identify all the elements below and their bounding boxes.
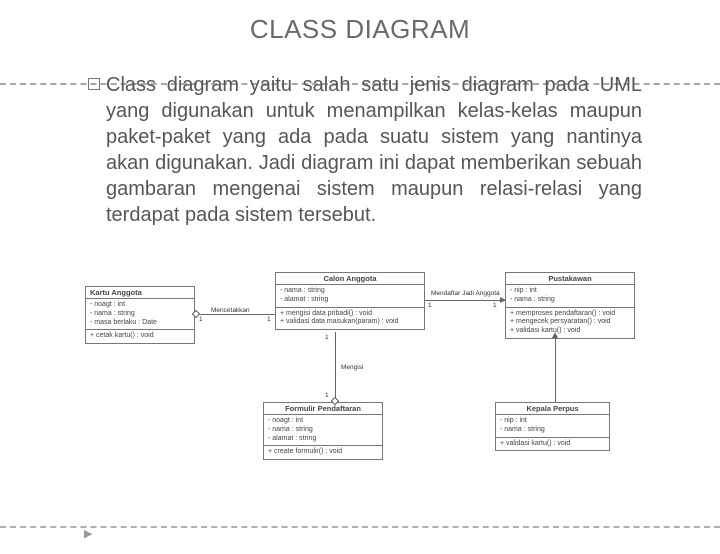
class-calon-anggota: Calon Anggota - nama : string - alamat :…	[275, 272, 425, 330]
class-title: Kepala Perpus	[496, 403, 609, 415]
assoc-label: Mencetakkan	[210, 307, 251, 314]
attr: - nama : string	[268, 426, 378, 435]
op: + validasi kartu() : void	[500, 440, 605, 449]
attr: - nip : int	[500, 417, 605, 426]
body-paragraph: Class diagram yaitu salah satu jenis dia…	[88, 72, 642, 228]
op: + mengecek persyaratan() : void	[510, 318, 630, 327]
attr: - masa berlaku : Date	[90, 319, 190, 328]
assoc-label: Mendaftar Jadi Anggota	[430, 290, 501, 297]
attr: - noagt : int	[90, 301, 190, 310]
op: + memproses pendaftaran() : void	[510, 310, 630, 319]
slide-marker-icon: ▶	[84, 527, 92, 540]
cardinality: 1	[199, 316, 203, 323]
attr: - noagt : int	[268, 417, 378, 426]
attr: - nama : string	[90, 310, 190, 319]
cardinality: 1	[325, 334, 329, 341]
class-kartu-anggota: Kartu Anggota - noagt : int - nama : str…	[85, 286, 195, 344]
page-title: CLASS DIAGRAM	[0, 14, 720, 45]
connector	[195, 314, 275, 315]
cardinality: 1	[428, 302, 432, 309]
attr: - nama : string	[280, 287, 420, 296]
arrow-right-icon	[500, 297, 506, 303]
op: + mengisi data pribadi() : void	[280, 310, 420, 319]
class-formulir: Formulir Pendaftaran - noagt : int - nam…	[263, 402, 383, 460]
body-text-wrap: Class diagram yaitu salah satu jenis dia…	[88, 72, 642, 228]
attr: - alamat : string	[268, 435, 378, 444]
op: + create formulir() : void	[268, 448, 378, 457]
cardinality: 1	[267, 316, 271, 323]
uml-diagram: Kartu Anggota - noagt : int - nama : str…	[85, 272, 635, 512]
op: + validasi kartu() : void	[510, 327, 630, 336]
class-pustakawan: Pustakawan - nip : int - nama : string +…	[505, 272, 635, 339]
attr: - alamat : string	[280, 296, 420, 305]
class-title: Kartu Anggota	[86, 287, 194, 299]
class-title: Calon Anggota	[276, 273, 424, 285]
bullet-icon	[88, 78, 100, 90]
paragraph-text: Class diagram yaitu salah satu jenis dia…	[106, 74, 642, 226]
divider-bottom	[0, 526, 720, 528]
attr: - nip : int	[510, 287, 630, 296]
connector	[335, 332, 336, 402]
attr: - nama : string	[510, 296, 630, 305]
assoc-label: Mengisi	[340, 364, 364, 371]
cardinality: 1	[325, 392, 329, 399]
class-title: Pustakawan	[506, 273, 634, 285]
attr: - nama : string	[500, 426, 605, 435]
cardinality: 1	[493, 302, 497, 309]
op: + validasi data masukan(param) : void	[280, 318, 420, 327]
connector	[555, 338, 556, 402]
class-kepala-perpus: Kepala Perpus - nip : int - nama : strin…	[495, 402, 610, 451]
connector	[425, 300, 505, 301]
class-title: Formulir Pendaftaran	[264, 403, 382, 415]
op: + cetak kartu() : void	[90, 332, 190, 341]
arrow-up-icon	[552, 332, 558, 338]
